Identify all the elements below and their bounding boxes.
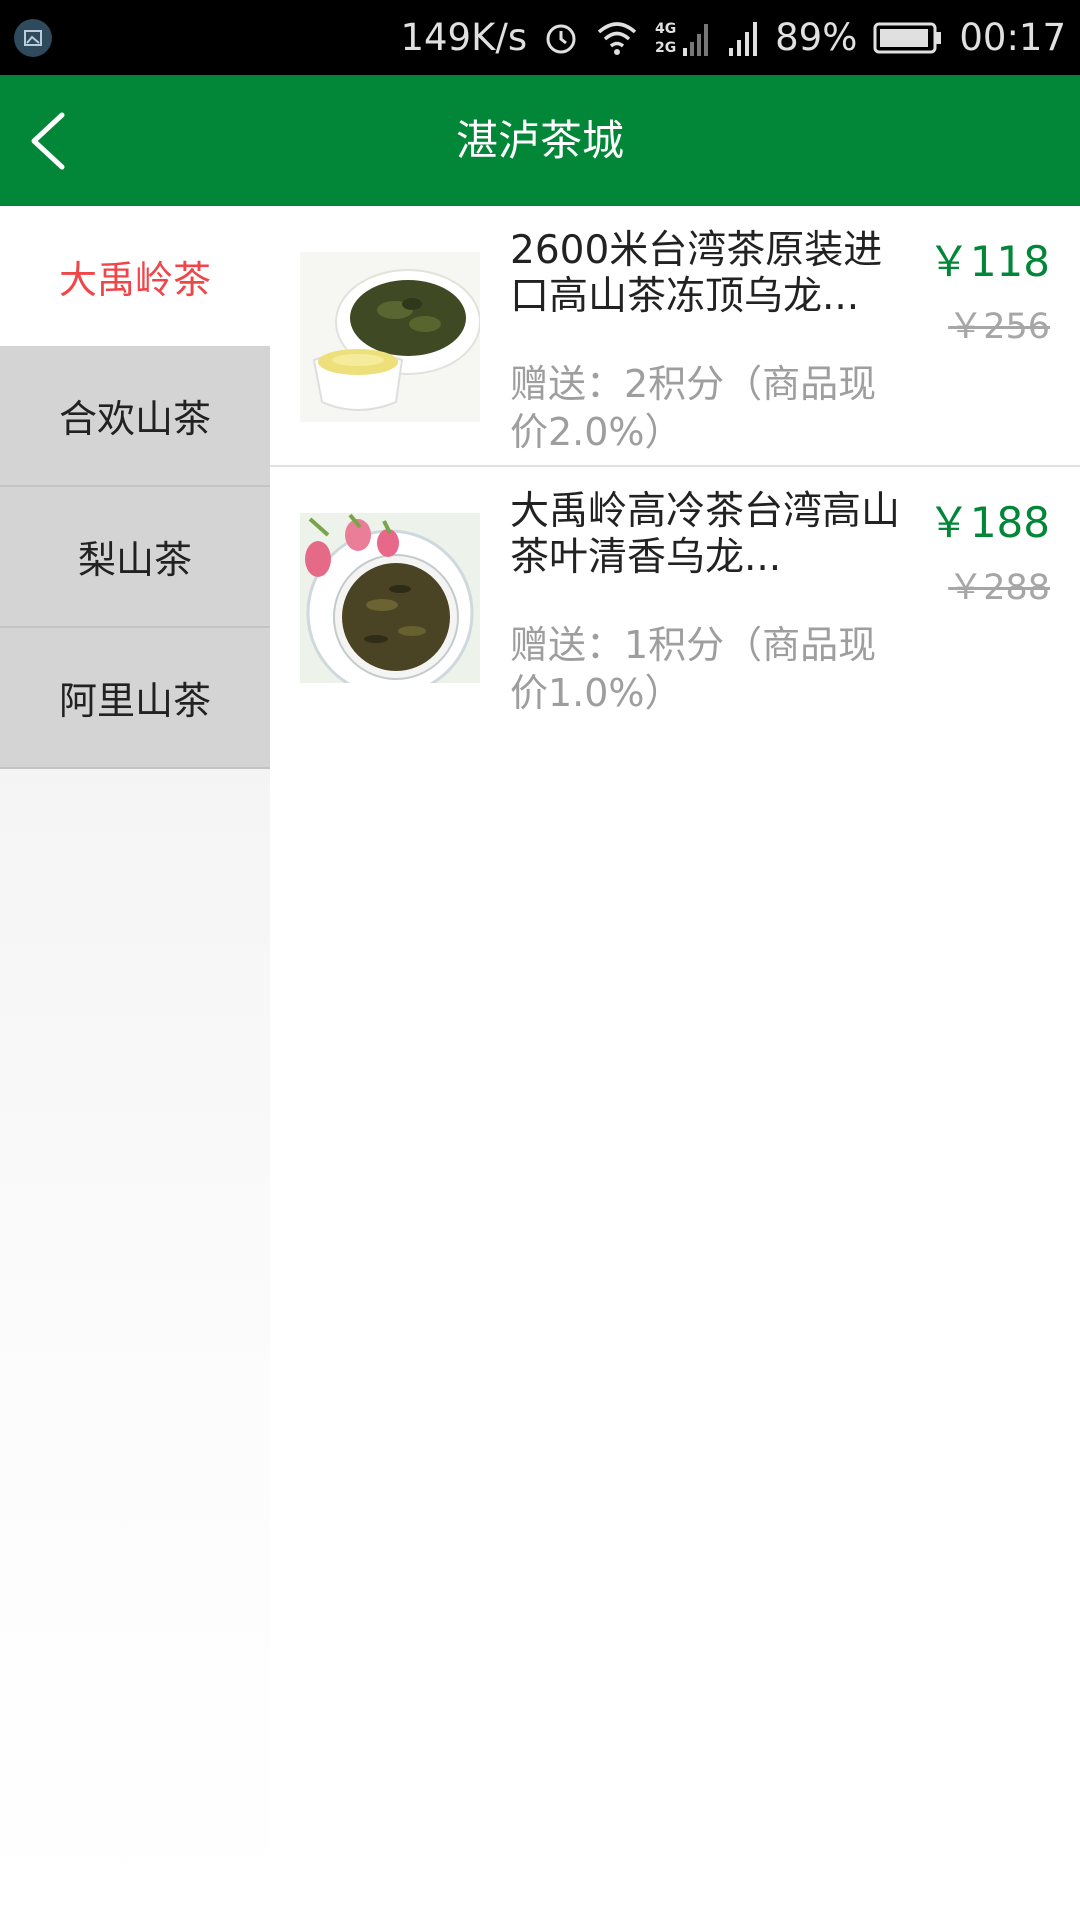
wifi-icon: [595, 20, 639, 56]
battery-percent: 89%: [775, 16, 858, 59]
product-name: 2600米台湾茶原装进口高山茶冻顶乌龙...: [510, 228, 883, 319]
app-toolbar: 湛泸茶城: [0, 75, 1080, 206]
product-item[interactable]: 大禹岭高冷茶台湾高山茶叶清香乌龙... 赠送：1积分（商品现价1.0%） ￥18…: [270, 467, 1080, 728]
product-original-price: ￥256: [948, 307, 1050, 347]
clock: 00:17: [959, 16, 1066, 59]
product-name: 大禹岭高冷茶台湾高山茶叶清香乌龙...: [510, 489, 901, 580]
category-label: 阿里山茶: [58, 679, 211, 723]
page-title: 湛泸茶城: [455, 116, 624, 165]
product-price: ￥118: [927, 237, 1050, 286]
network-speed: 149K/s: [400, 16, 528, 59]
category-label: 大禹岭茶: [58, 257, 211, 302]
signal-icon: [727, 20, 759, 56]
product-list: 2600米台湾茶原装进口高山茶冻顶乌龙... 赠送：2积分（商品现价2.0%） …: [270, 206, 1080, 728]
screenshot-notification-icon: [14, 19, 52, 57]
back-button[interactable]: [20, 99, 100, 183]
battery-icon: [873, 20, 943, 56]
product-image-oolong-bowl: [300, 252, 481, 422]
category-label: 合欢山茶: [58, 397, 211, 441]
category-item-hehuanshan[interactable]: 合欢山茶: [0, 346, 270, 487]
svg-text:4G: 4G: [655, 21, 676, 37]
product-price: ￥188: [927, 498, 1050, 547]
product-original-price: ￥288: [948, 568, 1050, 608]
back-arrow-icon: [31, 112, 65, 170]
category-item-alishan[interactable]: 阿里山茶: [0, 628, 270, 769]
alarm-icon: [543, 20, 579, 56]
category-item-dayuling[interactable]: 大禹岭茶: [0, 206, 270, 346]
dual-sim-signal-icon: 4G 2G: [655, 18, 711, 58]
category-label: 梨山茶: [77, 538, 192, 582]
product-image-tea-leaves-flowers: [300, 513, 480, 697]
product-gift-points: 赠送：2积分（商品现价2.0%）: [510, 362, 877, 454]
product-item[interactable]: 2600米台湾茶原装进口高山茶冻顶乌龙... 赠送：2积分（商品现价2.0%） …: [270, 206, 1080, 467]
status-bar: 149K/s 4G 2G 89% 00:17: [0, 0, 1080, 75]
category-sidebar: 大禹岭茶 合欢山茶 梨山茶 阿里山茶: [0, 206, 270, 1920]
product-gift-points: 赠送：1积分（商品现价1.0%）: [510, 623, 877, 715]
category-item-lishan[interactable]: 梨山茶: [0, 487, 270, 628]
svg-text:2G: 2G: [655, 40, 676, 56]
